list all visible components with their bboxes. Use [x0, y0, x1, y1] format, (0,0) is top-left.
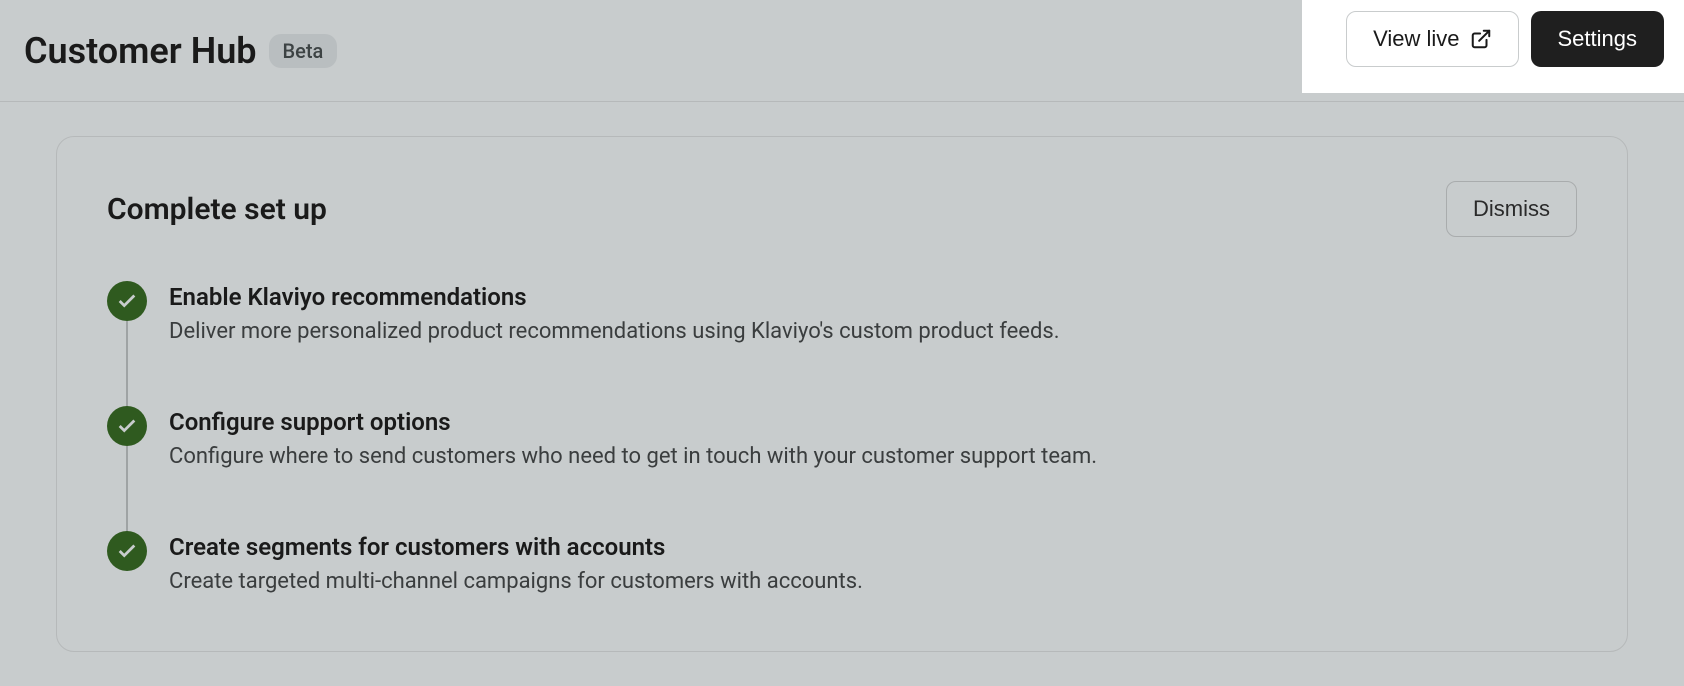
settings-button[interactable]: Settings — [1531, 11, 1665, 67]
check-icon — [116, 415, 138, 437]
step-body: Configure support options Configure wher… — [169, 406, 1097, 473]
step-title: Enable Klaviyo recommendations — [169, 283, 1060, 311]
beta-badge: Beta — [269, 34, 338, 68]
dismiss-button[interactable]: Dismiss — [1446, 181, 1577, 237]
step-desc: Configure where to send customers who ne… — [169, 442, 1097, 473]
step-title: Create segments for customers with accou… — [169, 533, 863, 561]
setup-steps: Enable Klaviyo recommendations Deliver m… — [107, 281, 1577, 597]
step-body: Create segments for customers with accou… — [169, 531, 863, 598]
step-complete-marker — [107, 531, 147, 571]
step-desc: Create targeted multi-channel campaigns … — [169, 567, 863, 598]
setup-step[interactable]: Create segments for customers with accou… — [107, 531, 1577, 598]
check-icon — [116, 540, 138, 562]
step-connector — [126, 321, 128, 408]
page-title: Customer Hub — [24, 30, 257, 72]
step-body: Enable Klaviyo recommendations Deliver m… — [169, 281, 1060, 348]
setup-title: Complete set up — [107, 192, 327, 227]
step-title: Configure support options — [169, 408, 1097, 436]
setup-card-header: Complete set up Dismiss — [107, 181, 1577, 237]
step-complete-marker — [107, 406, 147, 446]
check-icon — [116, 290, 138, 312]
external-link-icon — [1470, 28, 1492, 50]
step-connector — [126, 446, 128, 533]
setup-step[interactable]: Configure support options Configure wher… — [107, 406, 1577, 531]
view-live-button[interactable]: View live — [1346, 11, 1518, 67]
header-actions: View live Settings — [1302, 0, 1684, 93]
step-complete-marker — [107, 281, 147, 321]
setup-card: Complete set up Dismiss Enable Klaviyo r… — [56, 136, 1628, 652]
setup-step[interactable]: Enable Klaviyo recommendations Deliver m… — [107, 281, 1577, 406]
header-left: Customer Hub Beta — [24, 30, 337, 72]
view-live-label: View live — [1373, 26, 1459, 52]
step-desc: Deliver more personalized product recomm… — [169, 317, 1060, 348]
content-area: Complete set up Dismiss Enable Klaviyo r… — [0, 102, 1684, 686]
